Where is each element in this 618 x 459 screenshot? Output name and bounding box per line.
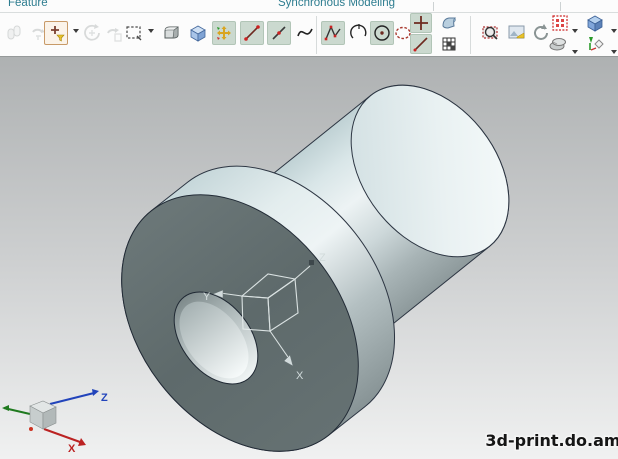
marquee-select-icon[interactable] [122, 21, 146, 45]
fit-window-icon[interactable] [549, 13, 571, 33]
line-midpoint-icon[interactable] [267, 21, 291, 45]
line-icon[interactable] [410, 34, 432, 54]
point-icon[interactable] [410, 13, 432, 33]
toolbar-separator [316, 16, 317, 54]
csys-y-label: Y [203, 291, 211, 303]
toolbar-icon-row [0, 13, 618, 56]
triad-x-label: X [68, 443, 76, 455]
viewport-canvas[interactable]: Y X Z Z X 3d-print.do.am [0, 57, 618, 459]
fit-window-dropdown-icon[interactable] [572, 29, 578, 33]
cad-viewport[interactable]: Y X Z Z X 3d-print.do.am [0, 56, 618, 459]
triad-z-label: Z [101, 392, 108, 404]
csys-z-label: Z [319, 252, 326, 264]
watermark: 3d-print.do.am [485, 431, 618, 450]
studio-spline-icon[interactable] [321, 21, 345, 45]
face-analysis-dropdown-icon[interactable] [572, 50, 578, 54]
shaded-view-dropdown-icon[interactable] [611, 29, 617, 33]
label-separator [433, 2, 434, 11]
grid-icon[interactable] [438, 34, 460, 54]
group-label-feature: Feature [8, 0, 48, 9]
group-label-synchronous-modeling: Synchronous Modeling [278, 0, 395, 9]
line-endpoints-icon[interactable] [240, 21, 264, 45]
toolbar: Feature Synchronous Modeling [0, 0, 618, 56]
paperclip-icon[interactable] [2, 21, 26, 45]
move-face-icon[interactable] [212, 21, 236, 45]
selection-filter-icon[interactable] [44, 21, 68, 45]
selection-filter-dropdown-icon[interactable] [73, 29, 79, 33]
label-separator [560, 2, 561, 11]
sheet-surface-icon[interactable] [438, 13, 460, 33]
face-analysis-icon[interactable] [547, 34, 569, 54]
arc-icon[interactable] [347, 21, 371, 45]
measure-icon[interactable] [584, 34, 606, 54]
csys-x-label: X [296, 370, 304, 382]
toolbar-group-label-row: Feature Synchronous Modeling [0, 0, 618, 13]
orbit-icon[interactable] [80, 21, 104, 45]
image-icon[interactable] [505, 21, 529, 45]
toolbar-separator [470, 16, 471, 54]
csys-z-handle[interactable] [309, 260, 314, 265]
triad-origin-dot [29, 427, 33, 431]
block-feature-icon[interactable] [186, 21, 210, 45]
zoom-window-icon[interactable] [479, 21, 503, 45]
marquee-select-dropdown-icon[interactable] [148, 29, 154, 33]
curve-icon[interactable] [293, 21, 317, 45]
wedge-feature-icon[interactable] [160, 21, 184, 45]
shaded-view-icon[interactable] [584, 13, 606, 33]
measure-dropdown-icon[interactable] [611, 50, 617, 54]
